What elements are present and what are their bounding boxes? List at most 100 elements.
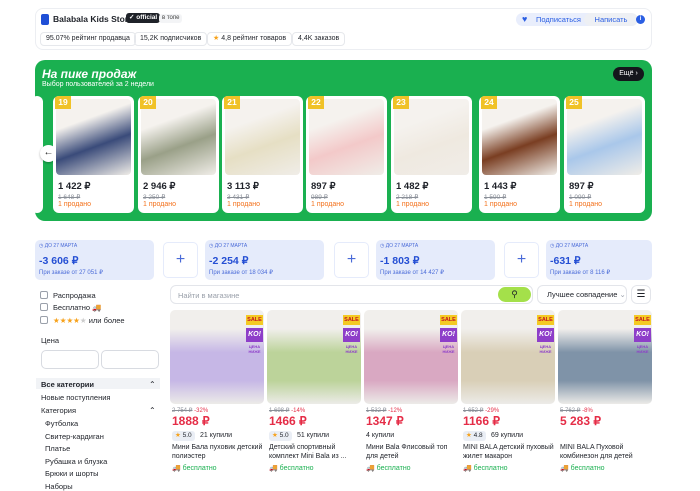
old-price: 5 762 ₽ -8%	[560, 408, 593, 414]
card-old-price: 2 218 ₽	[396, 194, 419, 201]
card-old-price: 989 ₽	[311, 194, 328, 201]
coupon[interactable]: ◷ ДО 27 МАРТА -2 254 ₽ При заказе от 18 …	[205, 240, 324, 280]
product-card[interactable]: SALE KO! ЦЕНА НИЖЕ 1 652 ₽ -29% 1166 ₽ ★…	[461, 310, 555, 483]
coupon-condition: При заказе от 18 034 ₽	[209, 270, 273, 276]
product-name[interactable]: MINI BALA детский пуховый жилет макарон	[463, 443, 555, 461]
product-price: 1466 ₽	[269, 414, 307, 428]
product-image[interactable]	[394, 99, 469, 175]
subscribers-chip: 15,2K подписчиков	[134, 32, 208, 46]
product-card[interactable]: SALE KO! ЦЕНА НИЖЕ 1 698 ₽ -14% 1466 ₽ ★…	[267, 310, 361, 483]
sale-badge: SALE	[343, 315, 360, 325]
product-image[interactable]	[482, 99, 557, 175]
star-icon: ★	[272, 432, 278, 439]
clock-icon: ◷	[550, 243, 555, 249]
free-label: Бесплатно 🚚	[53, 303, 102, 312]
card-old-price: 1 090 ₽	[569, 194, 592, 201]
old-price: 1 532 ₽ -12%	[366, 408, 403, 414]
card-sold: 1 продано	[484, 201, 517, 208]
product-image[interactable]	[309, 99, 384, 175]
product-image[interactable]	[567, 99, 642, 175]
coupon-amount: -3 606 ₽	[39, 255, 79, 267]
product-name[interactable]: Детский спортивный комплект Mini Bala из…	[269, 443, 361, 461]
free-shipping: 🚚 бесплатно	[366, 465, 411, 472]
seller-rating-chip: 95.07% рейтинг продавца	[40, 32, 136, 46]
product-card[interactable]: SALE KO! ЦЕНА НИЖЕ 5 762 ₽ -8% 5 283 ₽ M…	[558, 310, 652, 483]
store-search[interactable]: Найти в магазине ⚲	[170, 285, 533, 304]
chevron-down-icon: ⌄	[619, 290, 626, 299]
product-price: 1166 ₽	[463, 414, 501, 428]
card-old-price: 1 648 ₽	[58, 194, 81, 201]
product-card[interactable]: SALE KO! ЦЕНА НИЖЕ 1 532 ₽ -12% 1347 ₽ 4…	[364, 310, 458, 483]
coupon[interactable]: ◷ ДО 27 МАРТА -3 606 ₽ При заказе от 27 …	[35, 240, 154, 280]
free-checkbox[interactable]	[40, 303, 48, 311]
bestseller-card[interactable]: 20 2 946 ₽ 3 250 ₽ 1 продано	[138, 96, 219, 213]
price-min-input[interactable]	[41, 350, 99, 369]
subcategory-item[interactable]: Брюки и шорты	[45, 469, 99, 478]
rating-badge: ★ 4.8	[463, 431, 486, 441]
free-shipping: 🚚 бесплатно	[463, 465, 508, 472]
rank-badge: 25	[566, 96, 582, 109]
clock-icon: ◷	[39, 243, 44, 249]
all-categories[interactable]: Все категории	[41, 380, 94, 389]
ko-badge: KO!	[246, 328, 263, 342]
lower-price-badge: ЦЕНА НИЖЕ	[636, 344, 649, 354]
product-image[interactable]	[141, 99, 216, 175]
product-name[interactable]: Мини Bala Флисовый топ для детей	[366, 443, 458, 461]
category-heading[interactable]: Категория	[41, 406, 76, 415]
rating-badge: ★ 5.0	[172, 431, 195, 441]
banner-subtitle: Выбор пользователей за 2 недели	[42, 81, 154, 88]
coupon[interactable]: ◷ ДО 27 МАРТА -1 803 ₽ При заказе от 14 …	[376, 240, 495, 280]
coupon[interactable]: ◷ ДО 27 МАРТА -631 ₽ При заказе от 8 116…	[546, 240, 652, 280]
free-shipping: 🚚 бесплатно	[172, 465, 217, 472]
more-button[interactable]: Ещё ›	[613, 67, 644, 81]
coupon-condition: При заказе от 8 116 ₽	[550, 270, 611, 276]
store-header: Balabala Kids Store ✓ official в топе 95…	[35, 8, 652, 50]
coupon-amount: -1 803 ₽	[380, 255, 420, 267]
product-price: 5 283 ₽	[560, 414, 601, 428]
sale-checkbox[interactable]	[40, 291, 48, 299]
subcategory-item[interactable]: Футболка	[45, 419, 78, 428]
subcategory-item[interactable]: Рубашка и блузка	[45, 457, 107, 466]
chevron-up-icon[interactable]: ⌃	[149, 380, 156, 389]
card-price: 1 482 ₽	[396, 181, 429, 192]
info-icon[interactable]: i	[636, 15, 645, 24]
sort-dropdown[interactable]: Лучшее совпадение ⌄	[537, 285, 627, 304]
bestseller-card[interactable]: 22 897 ₽ 989 ₽ 1 продано	[306, 96, 387, 213]
product-image[interactable]	[56, 99, 131, 175]
bestseller-card[interactable]: 19 1 422 ₽ 1 648 ₽ 1 продано	[53, 96, 134, 213]
product-price: 1888 ₽	[172, 414, 210, 428]
bought-count: 21 купили	[200, 432, 233, 439]
rank-badge: 24	[481, 96, 497, 109]
clock-icon: ◷	[209, 243, 214, 249]
add-coupon-plus-icon[interactable]: +	[334, 242, 369, 278]
rating-checkbox[interactable]	[40, 316, 48, 324]
store-name[interactable]: Balabala Kids Store	[53, 14, 133, 24]
write-button[interactable]: Написать	[584, 13, 638, 26]
bestseller-card[interactable]: 21 3 113 ₽ 3 431 ₽ 1 продано	[222, 96, 303, 213]
search-button[interactable]: ⚲	[498, 287, 531, 302]
price-max-input[interactable]	[101, 350, 159, 369]
new-arrivals[interactable]: Новые поступления	[41, 393, 110, 402]
list-view-icon[interactable]: ☰	[631, 285, 651, 304]
product-card[interactable]: SALE KO! ЦЕНА НИЖЕ 2 754 ₽ -32% 1888 ₽ ★…	[170, 310, 264, 483]
rank-badge: 21	[224, 96, 240, 109]
bestseller-card[interactable]: 23 1 482 ₽ 2 218 ₽ 1 продано	[391, 96, 472, 213]
clock-icon: ◷	[380, 243, 385, 249]
bestsellers-banner: На пике продаж Выбор пользователей за 2 …	[31, 60, 652, 221]
subcategory-item[interactable]: Свитер-кардиган	[45, 432, 104, 441]
bestseller-card[interactable]: 24 1 443 ₽ 1 590 ₽ 1 продано	[479, 96, 560, 213]
sale-badge: SALE	[634, 315, 651, 325]
rank-badge: 23	[393, 96, 409, 109]
bestseller-card[interactable]: 25 897 ₽ 1 090 ₽ 1 продано	[564, 96, 645, 213]
add-coupon-plus-icon[interactable]: +	[504, 242, 539, 278]
coupon-amount: -631 ₽	[550, 255, 581, 267]
product-image[interactable]	[225, 99, 300, 175]
add-coupon-plus-icon[interactable]: +	[163, 242, 198, 278]
store-logo[interactable]	[41, 14, 49, 25]
truck-icon: 🚚	[366, 465, 375, 472]
subcategory-item[interactable]: Платье	[45, 444, 70, 453]
sale-badge: SALE	[246, 315, 263, 325]
product-name[interactable]: MINI BALA Пуховой комбинезон для детей	[560, 443, 652, 461]
product-name[interactable]: Мини Бала пуховик детский полиэстер	[172, 443, 264, 461]
chevron-up-icon-2[interactable]: ⌃	[149, 406, 156, 415]
